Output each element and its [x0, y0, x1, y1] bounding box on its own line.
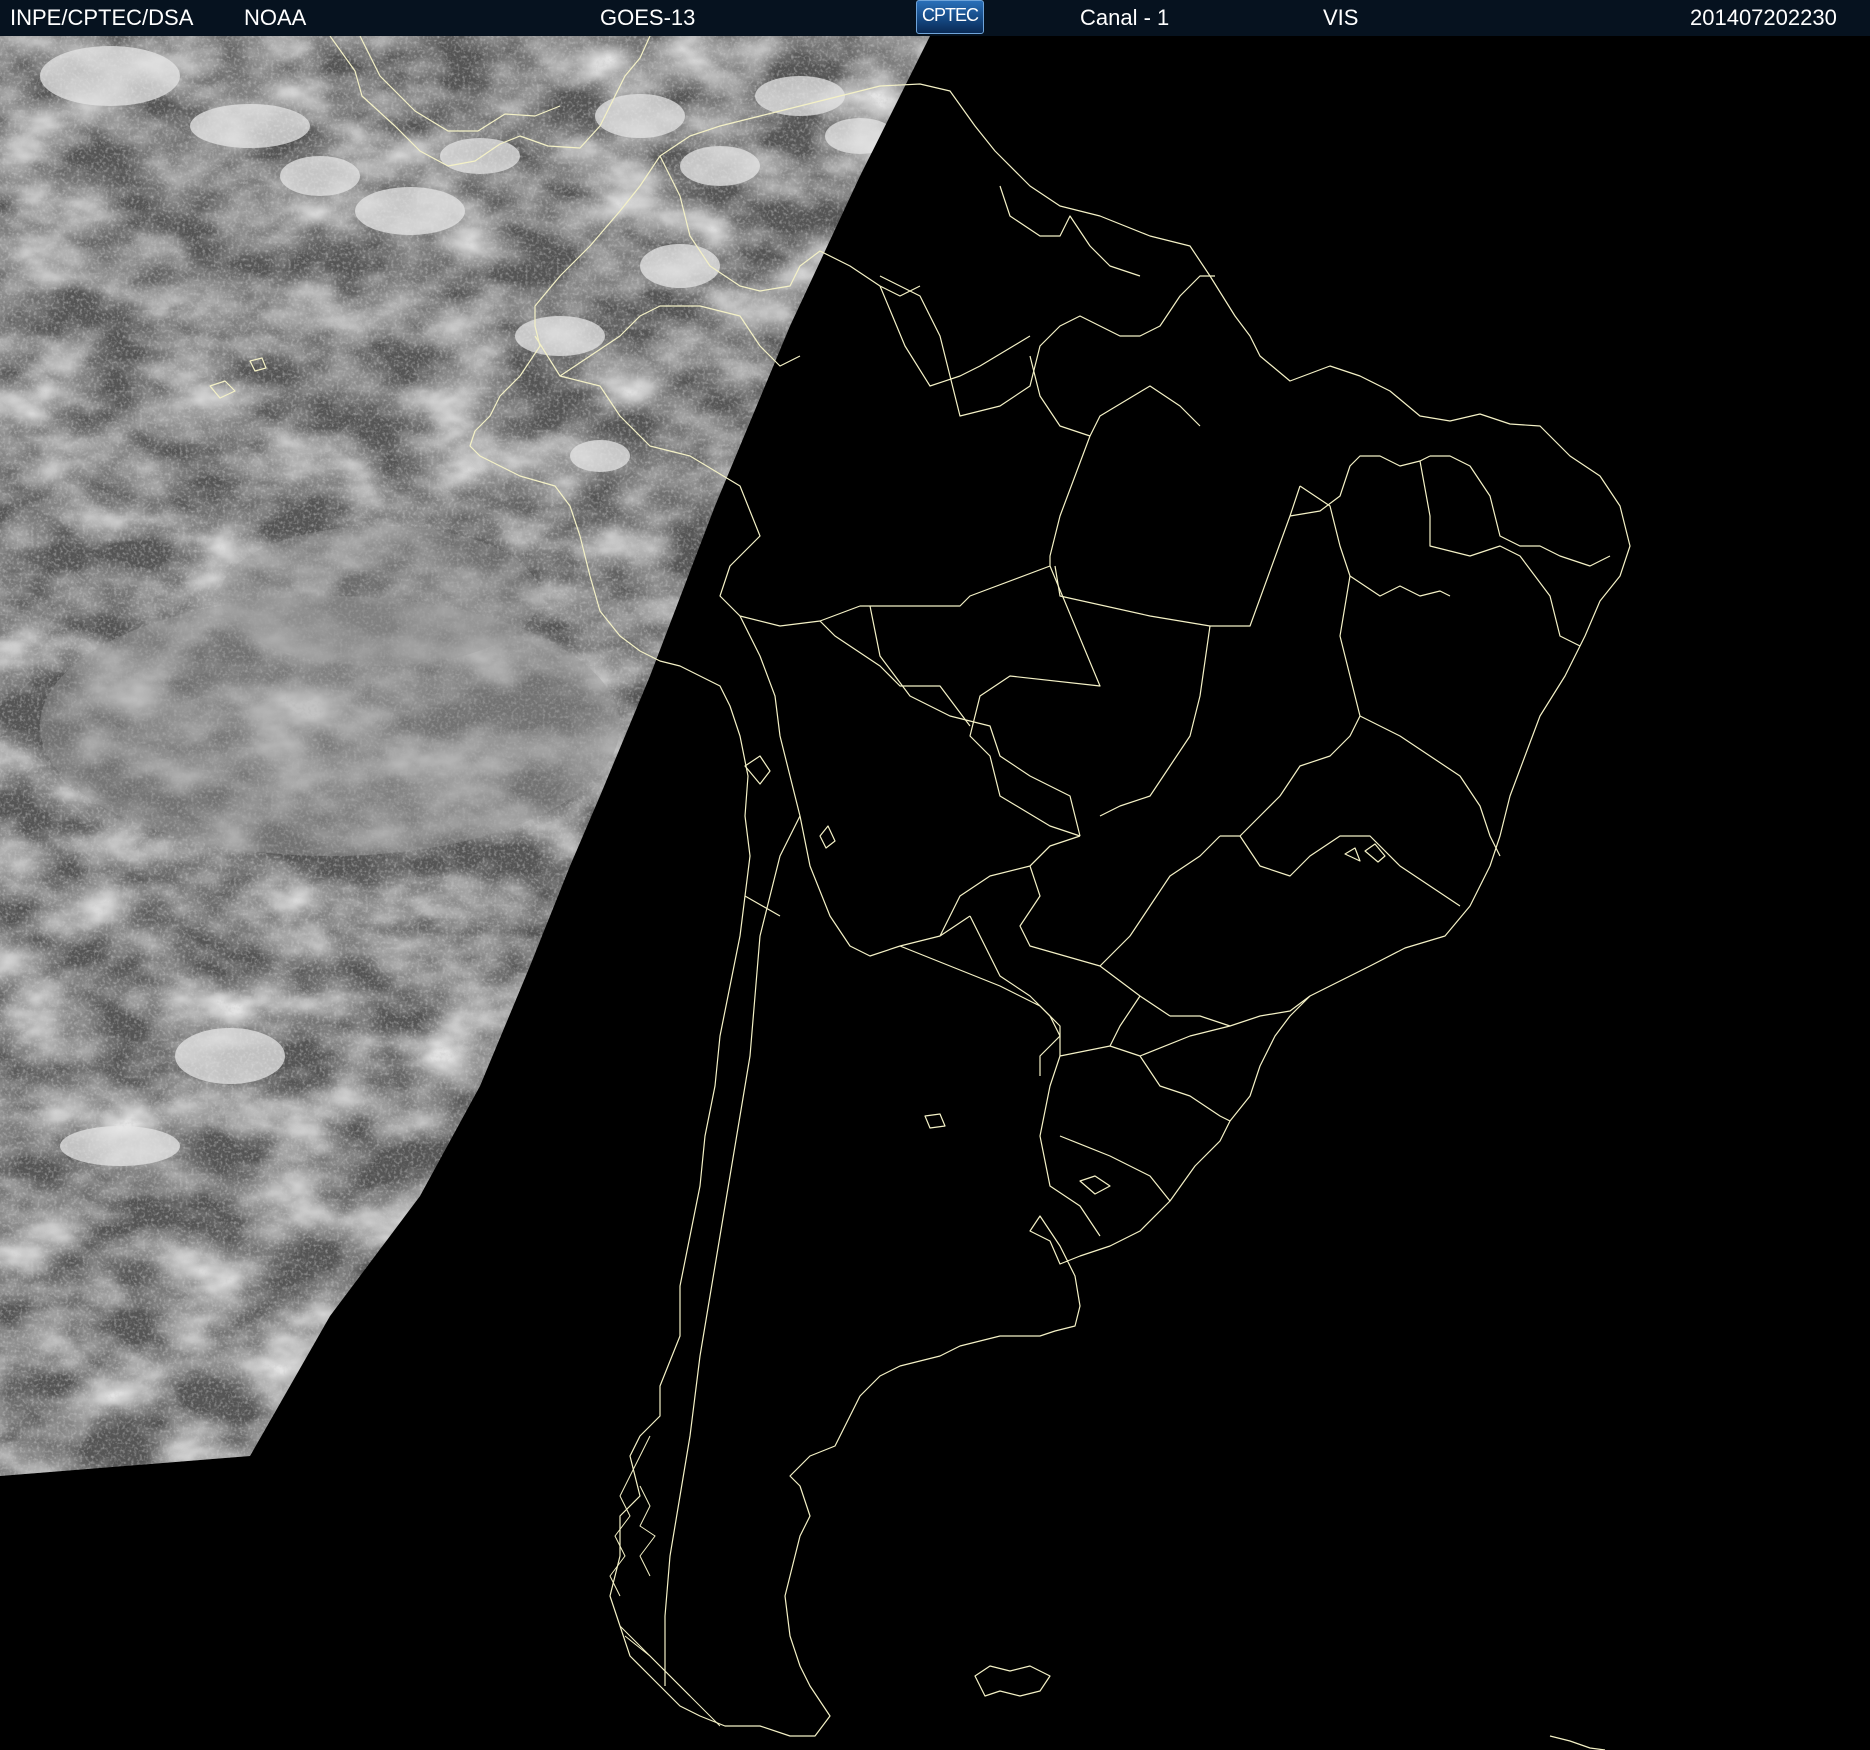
cptec-logo: CPTEC — [916, 0, 984, 34]
cptec-logo-text: CPTEC — [921, 5, 979, 25]
agency-label: NOAA — [244, 5, 307, 30]
channel-label: Canal - 1 — [1080, 5, 1170, 30]
satellite-label: GOES-13 — [600, 5, 696, 30]
timestamp-label: 201407202230 — [1690, 5, 1837, 30]
band-label: VIS — [1323, 5, 1359, 30]
institution-label: INPE/CPTEC/DSA — [10, 5, 194, 30]
satellite-map — [0, 36, 1870, 1750]
image-header: INPE/CPTEC/DSA NOAA GOES-13 CPTEC Canal … — [0, 0, 1870, 37]
